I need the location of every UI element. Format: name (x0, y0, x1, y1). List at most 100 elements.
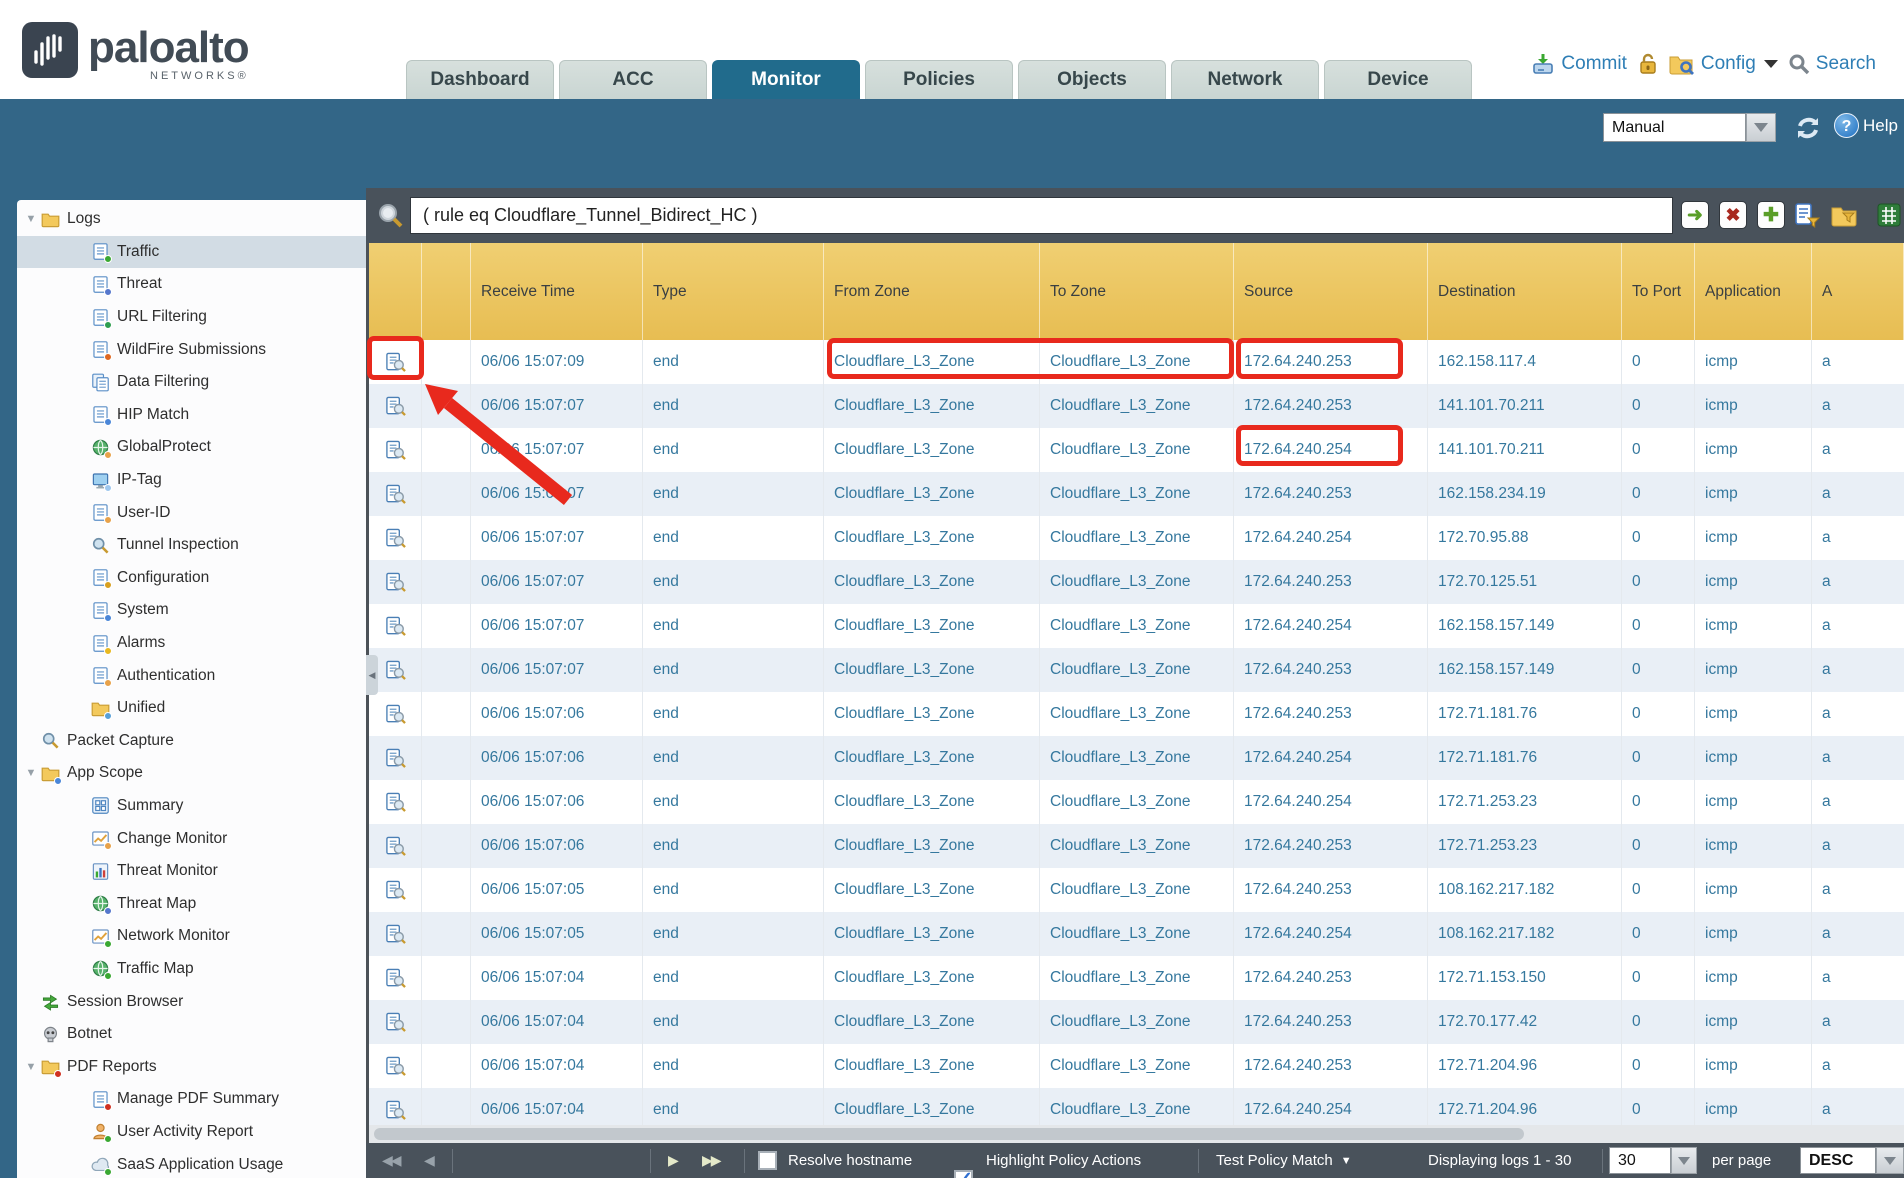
search-button[interactable]: Search (1788, 53, 1876, 75)
export-icon[interactable] (1876, 202, 1902, 228)
column-header-to-port[interactable]: To Port (1622, 243, 1695, 340)
table-row[interactable]: 06/06 15:07:06 end Cloudflare_L3_Zone Cl… (369, 736, 1904, 780)
commit-button[interactable]: Commit (1531, 53, 1626, 75)
add-filter-button[interactable]: ✚ (1757, 201, 1785, 229)
table-row[interactable]: 06/06 15:07:05 end Cloudflare_L3_Zone Cl… (369, 868, 1904, 912)
per-page-dropdown-arrow[interactable] (1671, 1147, 1697, 1174)
refresh-mode-select[interactable]: Manual (1603, 113, 1746, 142)
table-row[interactable]: 06/06 15:07:07 end Cloudflare_L3_Zone Cl… (369, 604, 1904, 648)
sidebar-item-manage-pdf-summary[interactable]: ▼ Manage PDF Summary (17, 1083, 366, 1116)
table-row[interactable]: 06/06 15:07:06 end Cloudflare_L3_Zone Cl… (369, 692, 1904, 736)
sidebar-item-user-id[interactable]: ▼ User-ID (17, 496, 366, 529)
tab-objects[interactable]: Objects (1018, 60, 1166, 99)
table-row[interactable]: 06/06 15:07:06 end Cloudflare_L3_Zone Cl… (369, 824, 1904, 868)
sidebar-item-hip-match[interactable]: ▼ HIP Match (17, 399, 366, 432)
sidebar-item-authentication[interactable]: ▼ Authentication (17, 659, 366, 692)
sidebar-item-configuration[interactable]: ▼ Configuration (17, 562, 366, 595)
horizontal-scrollbar[interactable] (366, 1125, 1904, 1143)
refresh-mode-dropdown-arrow[interactable] (1746, 113, 1776, 142)
sidebar-item-traffic[interactable]: ▼ Traffic (17, 236, 366, 269)
log-detail-icon[interactable] (369, 472, 422, 516)
sidebar-collapse-handle[interactable]: ◀ (366, 655, 378, 695)
log-detail-icon[interactable] (369, 340, 422, 384)
expander-icon[interactable]: ▼ (23, 767, 39, 779)
sidebar-item-threat-monitor[interactable]: ▼ Threat Monitor (17, 855, 366, 888)
sidebar-item-threat-map[interactable]: ▼ Threat Map (17, 887, 366, 920)
log-detail-icon[interactable] (369, 604, 422, 648)
tab-acc[interactable]: ACC (559, 60, 707, 99)
next-page-button[interactable]: ▶ (668, 1143, 677, 1178)
log-detail-icon[interactable] (369, 824, 422, 868)
table-row[interactable]: 06/06 15:07:07 end Cloudflare_L3_Zone Cl… (369, 472, 1904, 516)
table-row[interactable]: 06/06 15:07:09 end Cloudflare_L3_Zone Cl… (369, 340, 1904, 384)
clear-filter-button[interactable]: ✖ (1719, 201, 1747, 229)
table-row[interactable]: 06/06 15:07:07 end Cloudflare_L3_Zone Cl… (369, 428, 1904, 472)
table-row[interactable]: 06/06 15:07:07 end Cloudflare_L3_Zone Cl… (369, 560, 1904, 604)
table-row[interactable]: 06/06 15:07:04 end Cloudflare_L3_Zone Cl… (369, 1088, 1904, 1125)
log-detail-icon[interactable] (369, 780, 422, 824)
prev-page-button[interactable]: ◀ (424, 1143, 433, 1178)
sidebar-item-botnet[interactable]: ▼ Botnet (17, 1018, 366, 1051)
filter-builder-icon[interactable] (1794, 202, 1820, 228)
load-filter-icon[interactable] (1831, 202, 1857, 228)
tab-device[interactable]: Device (1324, 60, 1472, 99)
column-header-source[interactable]: Source (1234, 243, 1428, 340)
table-row[interactable]: 06/06 15:07:04 end Cloudflare_L3_Zone Cl… (369, 1000, 1904, 1044)
per-page-input[interactable]: 30 (1609, 1147, 1671, 1174)
column-header-type[interactable]: Type (643, 243, 824, 340)
log-detail-icon[interactable] (369, 1088, 422, 1125)
tab-network[interactable]: Network (1171, 60, 1319, 99)
sidebar-item-ip-tag[interactable]: ▼ IP-Tag (17, 464, 366, 497)
sidebar-item-unified[interactable]: ▼ Unified (17, 692, 366, 725)
table-row[interactable]: 06/06 15:07:07 end Cloudflare_L3_Zone Cl… (369, 516, 1904, 560)
table-row[interactable]: 06/06 15:07:07 end Cloudflare_L3_Zone Cl… (369, 648, 1904, 692)
log-detail-icon[interactable] (369, 516, 422, 560)
sidebar-item-change-monitor[interactable]: ▼ Change Monitor (17, 822, 366, 855)
column-header-from-zone[interactable]: From Zone (824, 243, 1040, 340)
log-detail-icon[interactable] (369, 560, 422, 604)
apply-filter-button[interactable]: ➜ (1681, 201, 1709, 229)
table-row[interactable]: 06/06 15:07:07 end Cloudflare_L3_Zone Cl… (369, 384, 1904, 428)
sidebar-item-saas-application-usage[interactable]: ▼ SaaS Application Usage (17, 1148, 366, 1178)
sidebar-item-pdf-reports[interactable]: ▼ PDF Reports (17, 1050, 366, 1083)
expander-icon[interactable]: ▼ (23, 1061, 39, 1073)
sidebar-item-wildfire-submissions[interactable]: ▼ WildFire Submissions (17, 333, 366, 366)
table-row[interactable]: 06/06 15:07:06 end Cloudflare_L3_Zone Cl… (369, 780, 1904, 824)
log-detail-icon[interactable] (369, 1000, 422, 1044)
sidebar-item-alarms[interactable]: ▼ Alarms (17, 627, 366, 660)
log-detail-icon[interactable] (369, 868, 422, 912)
sidebar-item-network-monitor[interactable]: ▼ Network Monitor (17, 920, 366, 953)
sidebar-item-globalprotect[interactable]: ▼ GlobalProtect (17, 431, 366, 464)
help-button[interactable]: ? Help (1834, 113, 1898, 138)
table-row[interactable]: 06/06 15:07:04 end Cloudflare_L3_Zone Cl… (369, 956, 1904, 1000)
sidebar-item-logs[interactable]: ▼ Logs (17, 203, 366, 236)
sidebar-item-tunnel-inspection[interactable]: ▼ Tunnel Inspection (17, 529, 366, 562)
lock-icon[interactable] (1637, 52, 1659, 76)
log-detail-icon[interactable] (369, 736, 422, 780)
refresh-icon[interactable] (1793, 114, 1823, 147)
log-detail-icon[interactable] (369, 1044, 422, 1088)
test-policy-match-button[interactable]: Test Policy Match ▼ (1216, 1143, 1352, 1178)
log-detail-icon[interactable] (369, 428, 422, 472)
table-row[interactable]: 06/06 15:07:05 end Cloudflare_L3_Zone Cl… (369, 912, 1904, 956)
log-detail-icon[interactable] (369, 956, 422, 1000)
sort-order-dropdown-arrow[interactable] (1876, 1147, 1904, 1174)
first-page-button[interactable]: ◀◀ (382, 1143, 400, 1178)
scrollbar-thumb[interactable] (374, 1128, 1524, 1140)
expander-icon[interactable]: ▼ (23, 213, 39, 225)
sidebar-item-traffic-map[interactable]: ▼ Traffic Map (17, 953, 366, 986)
highlight-policy-actions-checkbox[interactable] (954, 1170, 973, 1178)
sidebar-item-threat[interactable]: ▼ Threat (17, 268, 366, 301)
log-detail-icon[interactable] (369, 384, 422, 428)
tab-dashboard[interactable]: Dashboard (406, 60, 554, 99)
column-header-application[interactable]: Application (1695, 243, 1812, 340)
column-header-destination[interactable]: Destination (1428, 243, 1622, 340)
config-button[interactable]: Config (1669, 53, 1778, 75)
column-header-to-zone[interactable]: To Zone (1040, 243, 1234, 340)
log-detail-icon[interactable] (369, 692, 422, 736)
last-page-button[interactable]: ▶▶ (702, 1143, 720, 1178)
filter-query-input[interactable] (410, 197, 1673, 234)
table-row[interactable]: 06/06 15:07:04 end Cloudflare_L3_Zone Cl… (369, 1044, 1904, 1088)
column-header-a[interactable]: A (1812, 243, 1904, 340)
column-header-blank[interactable] (369, 243, 422, 340)
